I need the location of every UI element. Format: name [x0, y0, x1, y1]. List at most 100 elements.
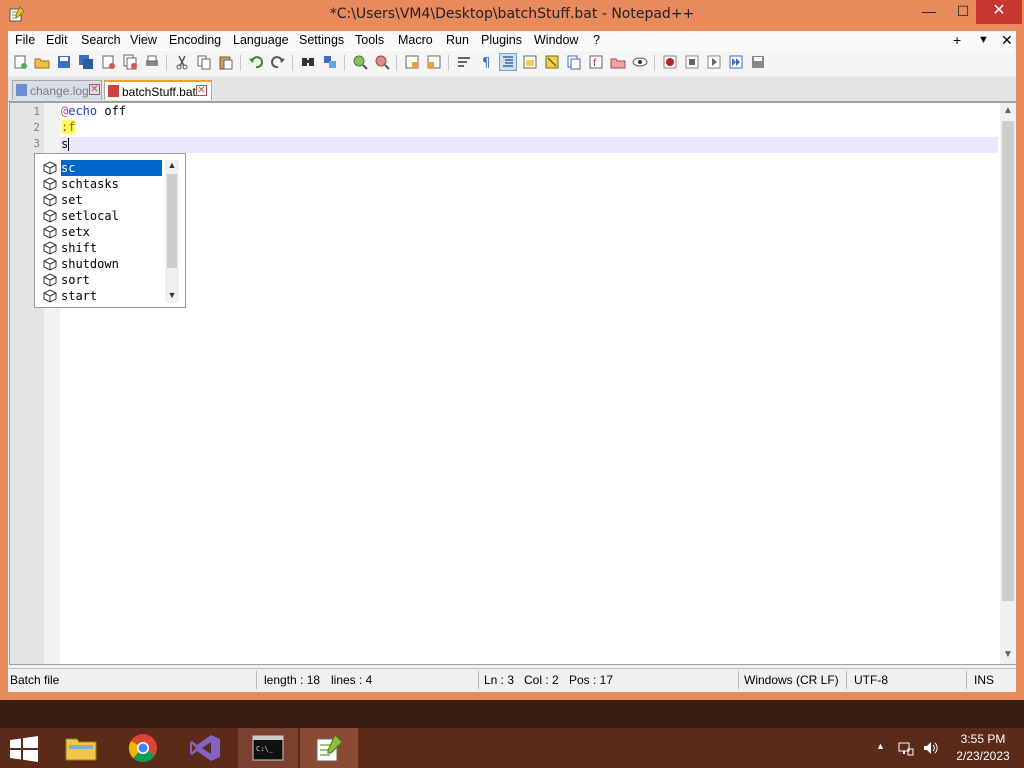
current-line-highlight [60, 137, 998, 153]
menu-plugins[interactable]: Plugins [481, 33, 522, 47]
menu-edit[interactable]: Edit [46, 33, 68, 47]
status-column: Col : 2 [524, 673, 559, 687]
maximize-button[interactable]: ☐ [946, 0, 980, 24]
menu-macro[interactable]: Macro [398, 33, 433, 47]
run-macro-multiple-icon[interactable] [728, 54, 744, 70]
autocomplete-popup[interactable]: sc schtasks set setlocal setx shift shut… [34, 153, 186, 308]
autocomplete-scrollbar[interactable]: ▲ ▼ [165, 160, 179, 303]
autocomplete-item[interactable]: setx [41, 224, 163, 240]
open-file-icon[interactable] [34, 54, 50, 70]
autocomplete-item[interactable]: sort [41, 272, 163, 288]
close-file-icon[interactable] [100, 54, 116, 70]
menu-language[interactable]: Language [233, 33, 289, 47]
windows-start-icon[interactable] [9, 736, 39, 762]
file-explorer-taskbar-button[interactable] [57, 728, 105, 768]
cut-icon[interactable] [174, 54, 190, 70]
autocomplete-item[interactable]: set [41, 192, 163, 208]
close-all-icon[interactable] [122, 54, 138, 70]
cube-icon [43, 193, 57, 207]
status-eol[interactable]: Windows (CR LF) [744, 673, 839, 687]
toolbar-separator [240, 55, 241, 71]
menu-bar: File Edit Search View Encoding Language … [8, 31, 1016, 51]
record-macro-icon[interactable] [662, 54, 678, 70]
close-button[interactable]: ✕ [976, 0, 1022, 24]
menu-file[interactable]: File [15, 33, 35, 47]
user-language-icon[interactable] [522, 54, 538, 70]
paste-icon[interactable] [218, 54, 234, 70]
autocomplete-item[interactable]: shift [41, 240, 163, 256]
file-icon [16, 84, 27, 96]
menu-run[interactable]: Run [446, 33, 469, 47]
notepad-plus-icon [316, 734, 343, 762]
network-icon[interactable] [898, 740, 914, 756]
menu-view[interactable]: View [130, 33, 157, 47]
doc-list-icon[interactable] [566, 54, 582, 70]
visual-studio-taskbar-button[interactable] [181, 728, 229, 768]
menu-help[interactable]: ? [593, 33, 600, 47]
command-prompt-taskbar-button[interactable]: C:\_ [238, 728, 298, 768]
vertical-scrollbar[interactable]: ▲ ▼ [1000, 103, 1016, 664]
save-all-icon[interactable] [78, 54, 94, 70]
tab-close-icon[interactable]: ✕ [196, 85, 207, 96]
close-doc-button[interactable]: ✕ [1001, 32, 1013, 49]
save-icon[interactable] [56, 54, 72, 70]
autocomplete-item[interactable]: setlocal [41, 208, 163, 224]
word-wrap-icon[interactable] [456, 54, 472, 70]
save-macro-icon[interactable] [750, 54, 766, 70]
play-macro-icon[interactable] [706, 54, 722, 70]
show-hidden-icons-icon[interactable]: ▲ [876, 741, 885, 751]
monitoring-icon[interactable] [632, 54, 648, 70]
toolbar-separator [166, 55, 167, 71]
volume-icon[interactable] [922, 740, 938, 756]
notepad-plus-taskbar-button[interactable] [300, 728, 358, 768]
copy-icon[interactable] [196, 54, 212, 70]
status-separator [738, 671, 739, 689]
menu-tools[interactable]: Tools [355, 33, 384, 47]
autocomplete-item[interactable]: shutdown [41, 256, 163, 272]
stop-macro-icon[interactable] [684, 54, 700, 70]
scroll-thumb[interactable] [1002, 121, 1014, 601]
chrome-taskbar-button[interactable] [119, 728, 167, 768]
tab-close-icon[interactable]: ✕ [89, 84, 100, 95]
folder-icon [65, 738, 97, 761]
undo-icon[interactable] [248, 54, 264, 70]
autocomplete-item[interactable]: sc [41, 160, 163, 176]
show-all-chars-icon[interactable]: ¶ [478, 54, 494, 70]
indent-guide-icon[interactable] [499, 53, 517, 71]
tab-change-log[interactable]: change.log ✕ [12, 80, 102, 100]
autocomplete-item[interactable]: start [41, 288, 163, 304]
autocomplete-item[interactable]: schtasks [41, 176, 163, 192]
scroll-up-icon[interactable]: ▲ [165, 160, 179, 170]
redo-icon[interactable] [270, 54, 286, 70]
toolbar-separator [344, 55, 345, 71]
status-insert-mode[interactable]: INS [974, 673, 994, 687]
status-encoding[interactable]: UTF-8 [854, 673, 888, 687]
taskbar-clock[interactable]: 3:55 PM 2/23/2023 [950, 731, 1016, 765]
find-icon[interactable] [300, 54, 316, 70]
tab-list-dropdown-button[interactable]: ▼ [978, 34, 989, 46]
print-icon[interactable] [144, 54, 160, 70]
sync-vertical-icon[interactable] [404, 54, 420, 70]
menu-settings[interactable]: Settings [299, 33, 344, 47]
menu-encoding[interactable]: Encoding [169, 33, 221, 47]
doc-map-icon[interactable] [544, 54, 560, 70]
cube-icon [43, 257, 57, 271]
replace-icon[interactable] [322, 54, 338, 70]
menu-window[interactable]: Window [534, 33, 578, 47]
tab-batchstuff-bat[interactable]: batchStuff.bat ✕ [104, 80, 212, 100]
new-file-icon[interactable] [12, 54, 28, 70]
sync-horizontal-icon[interactable] [426, 54, 442, 70]
minimize-button[interactable]: — [912, 0, 946, 24]
zoom-out-icon[interactable] [374, 54, 390, 70]
scroll-thumb[interactable] [167, 174, 177, 268]
function-list-icon[interactable]: f [588, 54, 604, 70]
new-tab-plus-button[interactable]: + [953, 32, 961, 48]
scroll-up-icon[interactable]: ▲ [1000, 105, 1016, 116]
scroll-down-icon[interactable]: ▼ [165, 290, 179, 300]
zoom-in-icon[interactable] [352, 54, 368, 70]
menu-search[interactable]: Search [81, 33, 121, 47]
folder-workspace-icon[interactable] [610, 54, 626, 70]
scroll-down-icon[interactable]: ▼ [1000, 649, 1016, 660]
title-bar[interactable]: *C:\Users\VM4\Desktop\batchStuff.bat - N… [0, 0, 1024, 31]
client-area: File Edit Search View Encoding Language … [8, 31, 1016, 692]
